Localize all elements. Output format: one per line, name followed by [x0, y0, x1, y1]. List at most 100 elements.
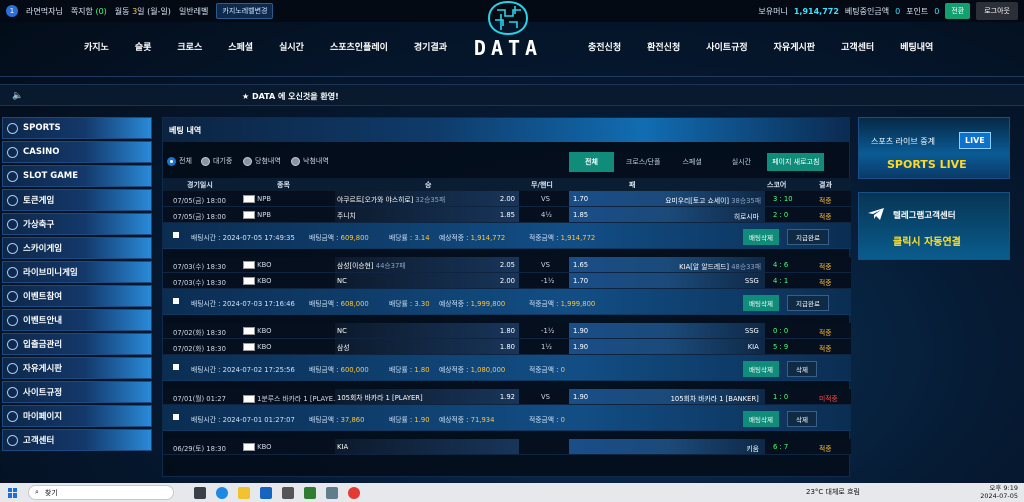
casino-icon: [7, 146, 18, 158]
sidebar-item-support[interactable]: 고객센터: [2, 429, 152, 451]
live-banner[interactable]: 스포츠 라이브 중계 LIVE SPORTS LIVE: [858, 117, 1010, 179]
taskbar-search[interactable]: ⌕ 찾기: [28, 485, 174, 500]
delete-bet-button[interactable]: 배팅삭제: [743, 411, 779, 427]
home-pick[interactable]: 삼성[이승현] 44승37패 2.05: [335, 257, 519, 272]
nav-slot[interactable]: 슬롯: [135, 40, 152, 53]
bet-checkbox[interactable]: [173, 232, 179, 238]
away-pick[interactable]: 1.65 KIA[알 알드레드] 48승33패: [569, 257, 765, 272]
nav-results[interactable]: 경기결과: [414, 40, 447, 53]
delete-bet-button[interactable]: 배팅삭제: [743, 361, 779, 377]
edge-icon[interactable]: [216, 486, 228, 499]
delete-bet-button[interactable]: 배팅삭제: [743, 229, 779, 245]
logo-icon: [487, 0, 529, 36]
sidebar-item-sky[interactable]: 스카이게임: [2, 237, 152, 259]
nav-special[interactable]: 스페셜: [228, 40, 253, 53]
live-badge: LIVE: [959, 132, 991, 149]
clock[interactable]: 오후 9:19 2024-07-05: [980, 484, 1018, 500]
away-pick[interactable]: 1.85 히로시마: [569, 207, 765, 222]
sidebar-item-rules[interactable]: 사이트규정: [2, 381, 152, 403]
filter-pending[interactable]: 대기중: [201, 156, 232, 166]
home-pick[interactable]: 야쿠르트[오가와 야스히로] 32승35패 2.00: [335, 191, 519, 206]
nav-rules[interactable]: 사이트규정: [706, 40, 747, 53]
sidebar-item-mypage[interactable]: 마이페이지: [2, 405, 152, 427]
tab-all[interactable]: 전체: [569, 152, 614, 172]
delete-bet-button[interactable]: 배팅삭제: [743, 295, 779, 311]
nav-inplay[interactable]: 스포츠인플레이: [330, 40, 388, 53]
sidebar-item-live-mini[interactable]: 라이브미니게임: [2, 261, 152, 283]
home-pick[interactable]: NC 2.00: [335, 273, 519, 288]
sidebar-item-event-info[interactable]: 이벤트안내: [2, 309, 152, 331]
home-pick[interactable]: 105회차 바카라 1 [PLAYER] 1.92: [335, 389, 519, 404]
away-pick[interactable]: 1.70 요미우리[토고 쇼세이] 38승35패: [569, 191, 765, 206]
league: KBO: [243, 343, 272, 351]
bet-checkbox[interactable]: [173, 298, 179, 304]
weather[interactable]: 23°C 대체로 흐림: [806, 487, 860, 497]
away-pick[interactable]: 1.70 SSG: [569, 273, 765, 288]
task-view-icon[interactable]: [194, 486, 206, 499]
folder-icon[interactable]: [238, 486, 250, 499]
slot-icon: [7, 170, 18, 182]
sidebar-item-sports[interactable]: SPORTS: [2, 117, 152, 139]
username: 라면먹자님: [26, 6, 63, 16]
refresh-button[interactable]: 페이지 새로고침: [767, 153, 825, 171]
nav-deposit[interactable]: 충전신청: [588, 40, 621, 53]
bet-hit: 적중금액 : 0: [529, 366, 565, 374]
filter-win[interactable]: 당첨내역: [243, 156, 281, 166]
sidebar-item-token[interactable]: 토큰게임: [2, 189, 152, 211]
score: 5 : 9: [773, 343, 789, 351]
nav-support[interactable]: 고객센터: [841, 40, 874, 53]
away-pick[interactable]: 1.90 KIA: [569, 339, 765, 354]
nav-withdraw[interactable]: 환전신청: [647, 40, 680, 53]
chrome-icon[interactable]: [348, 486, 360, 499]
filter-lose[interactable]: 낙첨내역: [291, 156, 329, 166]
home-pick[interactable]: NC 1.80: [335, 323, 519, 338]
nav-live[interactable]: 실시간: [279, 40, 304, 53]
sports-icon: [7, 122, 18, 134]
sidebar-item-money[interactable]: 입출금관리: [2, 333, 152, 355]
tab-cross[interactable]: 크로스/단폴: [626, 157, 661, 167]
nav-bet-history[interactable]: 베팅내역: [900, 40, 933, 53]
sidebar-item-slot[interactable]: SLOT GAME: [2, 165, 152, 187]
home-pick[interactable]: 삼성 1.80: [335, 339, 519, 354]
status-button[interactable]: 삭제: [787, 361, 817, 377]
logo[interactable]: DATA: [464, 0, 552, 64]
convert-button[interactable]: 전환: [945, 3, 971, 19]
match-date: 07/03(수) 18:30: [173, 263, 226, 271]
note-link[interactable]: 쪽지함 (0): [71, 6, 107, 17]
bet-checkbox[interactable]: [173, 364, 179, 370]
tab-special[interactable]: 스페셜: [682, 157, 701, 167]
sidebar-item-event-join[interactable]: 이벤트참여: [2, 285, 152, 307]
casino-level-button[interactable]: 카지노레벨변경: [216, 3, 274, 19]
telegram-banner[interactable]: 텔레그램고객센터 클릭시 자동연결: [858, 192, 1010, 260]
status-button[interactable]: 지급완료: [787, 295, 829, 311]
away-pick[interactable]: 1.90 SSG: [569, 323, 765, 338]
app3-icon[interactable]: [326, 486, 338, 499]
flag-icon: [243, 261, 255, 269]
tab-live[interactable]: 실시간: [732, 157, 751, 167]
away-pick[interactable]: 키움: [569, 439, 765, 454]
windows-start-icon[interactable]: [8, 487, 18, 498]
sidebar-item-board[interactable]: 자유게시판: [2, 357, 152, 379]
app-icon[interactable]: [282, 486, 294, 499]
nav-cross[interactable]: 크로스: [177, 40, 202, 53]
taskbar: ⌕ 찾기 23°C 대체로 흐림 오후 9:19 2024-07-05: [0, 483, 1024, 502]
status-button[interactable]: 지급완료: [787, 229, 829, 245]
group-gap: [163, 431, 851, 439]
nav-casino[interactable]: 카지노: [84, 40, 109, 53]
sidebar-item-virtual[interactable]: 가상축구: [2, 213, 152, 235]
home-pick[interactable]: KIA: [335, 439, 519, 454]
board-icon: [7, 362, 18, 374]
status-button[interactable]: 삭제: [787, 411, 817, 427]
nav-left: 카지노 슬롯 크로스 스페셜 실시간 스포츠인플레이 경기결과: [84, 40, 473, 53]
nav-board[interactable]: 자유게시판: [774, 40, 815, 53]
league: KBO: [243, 327, 272, 335]
home-pick[interactable]: 주니치 1.85: [335, 207, 519, 222]
filter-all[interactable]: 전체: [167, 156, 192, 166]
bet-rate: 배당률 : 3.14: [389, 234, 430, 242]
app2-icon[interactable]: [304, 486, 316, 499]
away-pick[interactable]: 1.90 105회차 바카라 1 [BANKER]: [569, 389, 765, 404]
sidebar-item-casino[interactable]: CASINO: [2, 141, 152, 163]
logout-button[interactable]: 로그아웃: [976, 2, 1018, 20]
mail-icon[interactable]: [260, 486, 272, 499]
bet-checkbox[interactable]: [173, 414, 179, 420]
